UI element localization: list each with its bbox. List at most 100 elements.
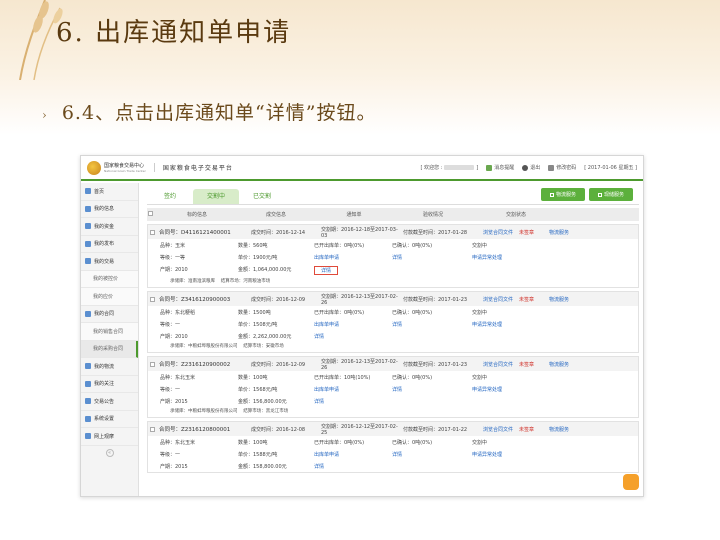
sidebar-item-follow[interactable]: 我的关注 [81,376,138,393]
welcome-text: [ 欢迎您 :] [420,164,479,172]
sidebar-item-observe[interactable]: 网上观摩 [81,428,138,446]
sidebar-item-announcements[interactable]: 交易公告 [81,393,138,411]
col-header-target: 标的信息 [186,212,207,218]
order-checkbox[interactable] [150,361,155,367]
logistics-link[interactable]: 物流服务 [549,361,569,368]
bullet-arrow-icon: › [42,108,48,122]
accepted-quantity: 已确认：0吨(0%) [392,243,433,249]
contract-number: 合同号：Z2316120800001 [159,427,231,433]
sidebar-item-controlled-price[interactable]: 我的被控价 [81,270,138,288]
view-contract-link[interactable]: 浏览合同文件 [483,296,519,303]
order-row: 合同号：Z2316120800001 成交时间：2016-12-08 交割期：2… [147,421,639,473]
year: 产期：2010 [160,267,188,273]
deal-time: 成交时间：2016-12-09 [251,296,306,303]
floating-help-icon[interactable] [623,474,639,490]
delivery-status: 交割中 [472,440,488,446]
outbound-apply-link[interactable]: 出库单申请 [314,321,392,328]
out-quantity: 已开出库单：10吨(10%) [314,375,371,381]
logistics-service-button[interactable]: 物流服务 [541,188,585,201]
accepted-quantity: 已确认：0吨(0%) [392,310,433,316]
order-row: 合同号：D4116121400001 成交时间：2016-12-14 交割期：2… [147,224,639,288]
username-redacted [444,165,475,170]
notice-detail-button[interactable]: 详情 [314,398,392,405]
year: 产期：2015 [160,399,188,405]
deal-time: 成交时间：2016-12-09 [251,361,306,368]
sidebar-item-home[interactable]: 首页 [81,183,138,201]
app-screenshot: 国家粮食交易中心 National Grain Trade Center 国家粮… [80,155,644,497]
logistics-link[interactable]: 物流服务 [549,426,569,433]
acceptance-detail-link[interactable]: 详情 [392,451,472,458]
sidebar-item-settings[interactable]: 系统设置 [81,411,138,428]
tab-delivered[interactable]: 已交割 [239,189,285,204]
market: 结算市场：河南粮油市场 [220,279,271,284]
outbound-apply-link[interactable]: 出库单申请 [314,386,392,393]
order-checkbox[interactable] [150,426,155,432]
order-checkbox[interactable] [150,296,155,302]
contract-icon [85,310,91,317]
select-all-checkbox[interactable] [147,211,153,216]
amount: 金额：158,800.00元 [238,464,287,470]
sidebar-item-info[interactable]: 我的信息 [81,201,138,218]
platform-name: 国家粮食电子交易平台 [153,163,233,172]
acceptance-detail-link[interactable]: 详情 [392,386,472,393]
sidebar-item-funds[interactable]: 我的资金 [81,218,138,236]
sidebar-item-purchase-contracts[interactable]: 我的采购合同 [81,340,138,358]
unsigned-badge: 未签章 [519,296,535,303]
user-icon [85,205,91,212]
message-button[interactable]: 消息提醒 [486,164,514,171]
accepted-quantity: 已确认：0吨(0%) [392,440,433,446]
logistics-link[interactable]: 物流服务 [549,229,569,236]
exception-handling-link[interactable]: 申请异常处理 [472,386,582,393]
notice-detail-button[interactable]: 详情 [314,333,392,340]
accepted-quantity: 已确认：0吨(0%) [392,375,433,381]
quantity: 数量：100吨 [238,440,268,446]
unsigned-badge: 未签章 [519,426,535,433]
tab-in-delivery[interactable]: 交割中 [193,189,239,204]
logistics-icon [549,192,554,197]
acceptance-detail-link[interactable]: 详情 [392,254,472,261]
sidebar-collapse-button[interactable]: « [105,448,114,457]
deal-time: 成交时间：2016-12-14 [251,229,306,236]
sidebar-item-logistics[interactable]: 我的物流 [81,358,138,376]
quantity: 数量：1500吨 [238,310,271,316]
depot: 承储库：淮南淮滨粮库 [170,279,215,284]
exception-handling-link[interactable]: 申请异常处理 [472,321,582,328]
notice-detail-button[interactable]: 详情 [314,266,339,275]
unit-price: 单价：1568元/吨 [238,387,278,393]
notice-detail-button[interactable]: 详情 [314,463,392,470]
lock-icon [548,164,555,171]
pay-deadline: 付款截至时间：2017-01-23 [403,361,468,368]
trade-icon [85,258,91,265]
pay-deadline: 付款截至时间：2017-01-28 [403,229,468,236]
outbound-apply-link[interactable]: 出库单申请 [314,451,392,458]
unsigned-badge: 未签章 [519,229,535,236]
change-password-button[interactable]: 修改密码 [548,164,576,171]
slide-subtitle: › 6.4、点击出库通知单“详情”按钮。 [42,98,376,125]
depot: 承储库：中粮蚌埠粮股份有限公司 [170,409,238,414]
slide-title: 6. 出库通知单申请 [56,18,292,48]
view-contract-link[interactable]: 浏览合同文件 [483,361,519,368]
exit-button[interactable]: 退出 [522,164,540,171]
amount: 金额：156,800.00元 [238,399,287,405]
product: 品种：东北玉米 [160,375,196,381]
sidebar-item-bid-price[interactable]: 我的应价 [81,288,138,306]
exception-handling-link[interactable]: 申请异常处理 [472,254,582,261]
sidebar-item-sales-contracts[interactable]: 我的销售合同 [81,323,138,341]
sidebar-item-publish[interactable]: 我的发布 [81,236,138,253]
logistics-link[interactable]: 物流服务 [549,296,569,303]
view-contract-link[interactable]: 浏览合同文件 [483,426,519,433]
logo-en: National Grain Trade Center [104,169,146,173]
amount: 金额：1,064,000.00元 [238,267,292,273]
outbound-apply-link[interactable]: 出库单申请 [314,254,392,261]
acceptance-detail-link[interactable]: 详情 [392,321,472,328]
stock-service-button[interactable]: 现储服务 [589,188,633,201]
sidebar-item-trade[interactable]: 我的交易 [81,253,138,271]
app-header: 国家粮食交易中心 National Grain Trade Center 国家粮… [81,156,643,181]
view-contract-link[interactable]: 浏览合同文件 [483,229,519,236]
order-checkbox[interactable] [150,229,155,235]
tab-sign[interactable]: 签约 [147,189,193,204]
market: 结算市场：黑龙江市场 [243,409,289,414]
sidebar-item-contracts[interactable]: 我的合同 [81,306,138,323]
col-header-notice: 通知单 [346,212,362,218]
exception-handling-link[interactable]: 申请异常处理 [472,451,582,458]
